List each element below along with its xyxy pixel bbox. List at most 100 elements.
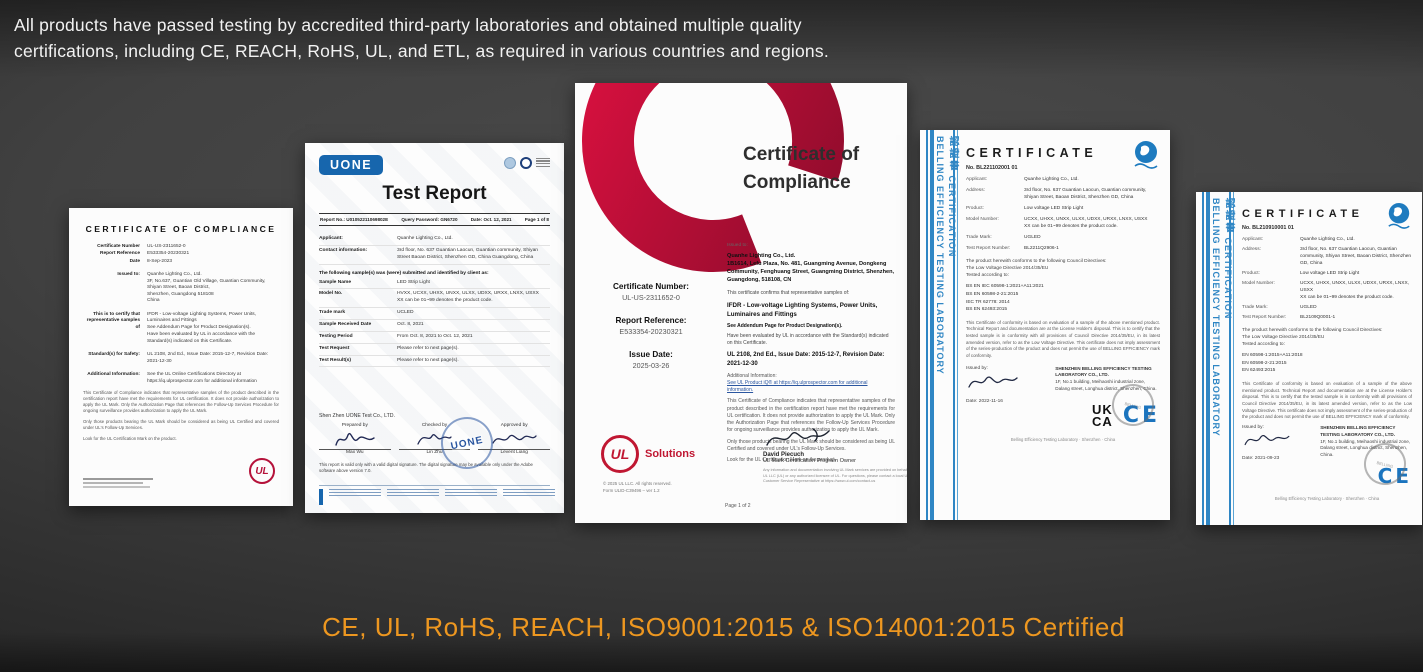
confirms-text: This certificate confirms that represent… [727,290,895,297]
certifications-caption: CE, UL, RoHS, REACH, ISO9001:2015 & ISO1… [12,612,1423,643]
report-no: Report No.: U01052211069802E [320,217,388,222]
field-value: UCXX, UHXX, UNXX, ULXX, UDXX, URXX, LNXX… [1024,217,1160,231]
page-indicator: Page 1 of 2 [725,503,751,509]
ul-circle-icon: UL [601,435,639,473]
title-line-1: Certificate of [743,141,859,169]
field-label: Model No. [319,291,397,305]
certificate-body: CERTIFICATE No. BL221102001 01 Applicant… [966,140,1160,514]
accreditation-logos [504,157,550,169]
field-label: Contact information: [319,248,397,262]
samples-intro: The following sample(s) was (were) submi… [319,271,550,276]
lab-name-vertical: BELLING EFFICIENCY TESTING LABORATORY [935,136,945,516]
field-value: E533354-20230321 [587,327,715,336]
field-value: UL-US-2311652-0 [147,244,281,250]
additional-link: See UL Product iQ® at https://iq.ulprosp… [727,380,868,393]
page-indicator: Page 1 of 8 [525,217,549,222]
vertical-stripe [926,130,928,520]
query-password: Query Password: GN6720 [401,217,457,222]
certificate-footer-area: Issued by: Date: 2022-11-16 SHENZHEN BEL… [966,366,1160,433]
legal-paragraph: Look for the UL Certification Mark on th… [83,436,279,442]
lab-name-vertical: BELLING EFFICIENCY TESTING LABORATORY [1211,198,1221,521]
issued-to-value: Quanhe Lighting Co., Ltd. 3F, No.637, Gu… [147,272,281,304]
fine-print: Any information and documentation involv… [763,468,907,485]
field-label: Issued to: [81,272,147,304]
field-label: Model Number: [1242,281,1300,302]
certificate-ul-compliance-large: Certificate of Compliance Certificate Nu… [575,83,907,523]
conformity-paragraph: This Certificate of conformity is based … [966,320,1160,360]
standards-value: UL 2108, 2nd Ed., Issue Date: 2015-12-7,… [147,352,281,365]
standard-item: EN 60598-2-21:2015 [1242,360,1412,368]
accreditation-text-lines [536,158,550,168]
field-label: Issue Date: [587,350,715,359]
conformity-intro: The product herewith conforms to the fol… [966,258,1160,280]
field-label: Certificate Number [81,244,147,250]
certification-vertical: 認證書 CERTIFICATION [945,136,960,516]
field-value: Please refer to next page(s). [397,346,550,353]
field-value: Low voltage LED Strip Light [1300,271,1412,278]
vertical-stripe [1202,192,1204,525]
issued-by-block: Issued by: Date: 2022-11-16 [966,366,1051,433]
belling-logo-icon [1132,140,1160,175]
field-value: UGLED [1024,235,1160,242]
fine-print-lines [83,478,153,490]
report-footer [319,485,550,505]
report-meta-row: Report No.: U01052211069802E Query Passw… [319,213,550,226]
field-label: Standard(s) for Safety: [81,352,147,365]
cjk-characters: 認證書 [947,136,958,172]
field-label: Testing Period [319,334,397,341]
ul-mark-icon: UL [249,458,275,484]
signature-prepared: Prepared by Max Wu [319,423,391,455]
field-value: LED Strip Light [397,280,550,287]
ul-letters: UL [611,446,630,462]
signature-stroke [333,429,377,449]
field-value: BL2109Q0001-1 [1300,315,1412,322]
footer-text-lines [387,489,439,505]
page: All products have passed testing by accr… [0,0,1423,672]
field-value: 3rd floor, No. 637 Guantian Laocun, Guan… [397,248,550,262]
certificate-title: CERTIFICATE OF COMPLIANCE [81,224,281,234]
cnas-icon [520,157,532,169]
intro-line-1: All products have passed testing by accr… [14,13,829,39]
field-label: Sample Name [319,280,397,287]
signature-row: Prepared by Max Wu Checked by Lin Zhu Ap… [319,423,550,455]
conformity-paragraph: This Certificate of conformity is based … [1242,381,1412,421]
legal-paragraph: This Certificate of Compliance indicates… [83,390,279,414]
standards-list: EN 60598-1:2015+A11:2018 EN 60598-2-21:2… [1242,352,1412,375]
field-label: Address: [966,188,1024,202]
solutions-wordmark: Solutions [645,448,695,460]
issued-by-block: Issued by: Date: 2021-09-23 [1242,425,1317,491]
title-line-2: Compliance [743,169,859,197]
vertical-band-text: BELLING EFFICIENCY TESTING LABORATORY 認證… [1211,198,1228,521]
standard-item: EN 62493:2015 [1242,367,1412,375]
field-label: Address: [1242,247,1300,268]
certificate-body: CERTIFICATE No. BL210910001 01 Applicant… [1242,202,1412,519]
product-description: IFDR - Low-voltage Lighting Systems, Pow… [727,302,895,320]
signer-block: David Piecuch UL Mark Certification Prog… [763,425,907,485]
field-label-empty [81,332,147,345]
vertical-band-text: BELLING EFFICIENCY TESTING LABORATORY 認證… [935,136,952,516]
ukca-line2: CA [1092,416,1113,428]
additional-label: Additional Information: [727,373,777,379]
vertical-band: BELLING EFFICIENCY TESTING LABORATORY 認證… [1196,192,1238,525]
field-label: Additional Information: [81,372,147,385]
standards-list: BS EN IEC 60598-1:2021+A11:2021 BS EN 60… [966,283,1160,314]
field-value: BL2211Q2906-1 [1024,246,1160,253]
ilac-mra-icon [504,157,516,169]
field-value: UCXX, UHXX, UNXX, ULXX, UDXX, URXX, LNXX… [1300,281,1412,302]
field-value: Please refer to next page(s). [397,358,550,365]
belling-logo-icon [1386,202,1412,235]
certificate-belling-ce: BELLING EFFICIENCY TESTING LABORATORY 認證… [1196,192,1422,525]
signature-stroke [490,429,538,449]
signer-role: UL Mark Certification Program Owner [763,458,907,464]
field-value: 3rd floor, No. 637 Guantian Laocun, Guan… [1024,188,1160,202]
field-label: Test Request [319,346,397,353]
field-label: Product: [1242,271,1300,278]
certify-value: IFDR - Low-voltage Lighting Systems, Pow… [147,312,281,331]
footer-text-lines [503,489,555,505]
uone-logo: UONE [319,155,383,175]
legal-paragraph: Only those products bearing the UL Mark … [83,419,279,431]
field-value: UGLED [1300,305,1412,312]
lab-name: SHENZHEN BELLING EFFICIENCY TESTING LABO… [1055,366,1160,380]
footer-accent-bar [319,489,323,505]
certificate-ul-compliance-small: CERTIFICATE OF COMPLIANCE Certificate Nu… [69,208,293,506]
